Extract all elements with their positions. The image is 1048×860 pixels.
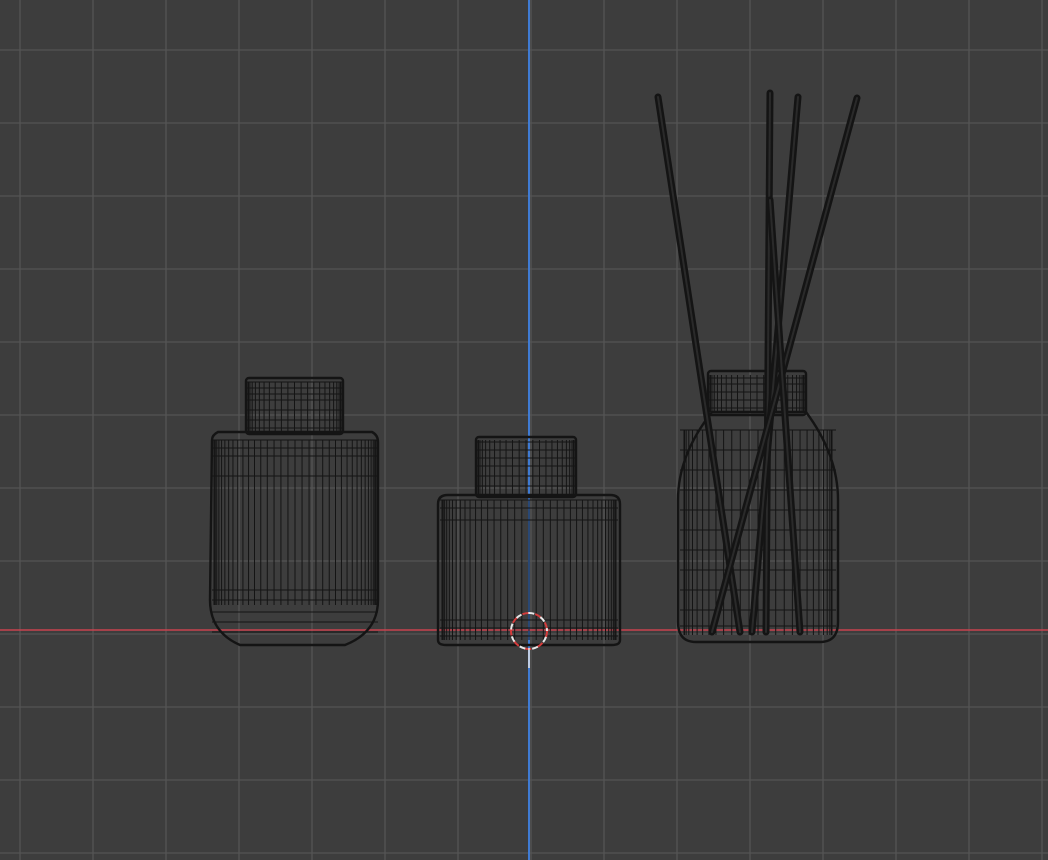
floor-grid	[0, 0, 1048, 860]
viewport-canvas[interactable]	[0, 0, 1048, 860]
body-wire-verticals	[441, 500, 617, 640]
bottle-round-capped[interactable]	[208, 376, 380, 647]
cap-wire-verticals	[477, 440, 575, 495]
cap-wire-verticals	[247, 382, 342, 432]
3d-viewport[interactable]	[0, 0, 1048, 860]
bottle-body	[208, 430, 380, 647]
reed-diffuser[interactable]	[654, 89, 861, 644]
reed-highlight	[657, 96, 741, 633]
cap-wire-verticals	[709, 375, 805, 412]
body-wire-verticals	[213, 440, 377, 605]
